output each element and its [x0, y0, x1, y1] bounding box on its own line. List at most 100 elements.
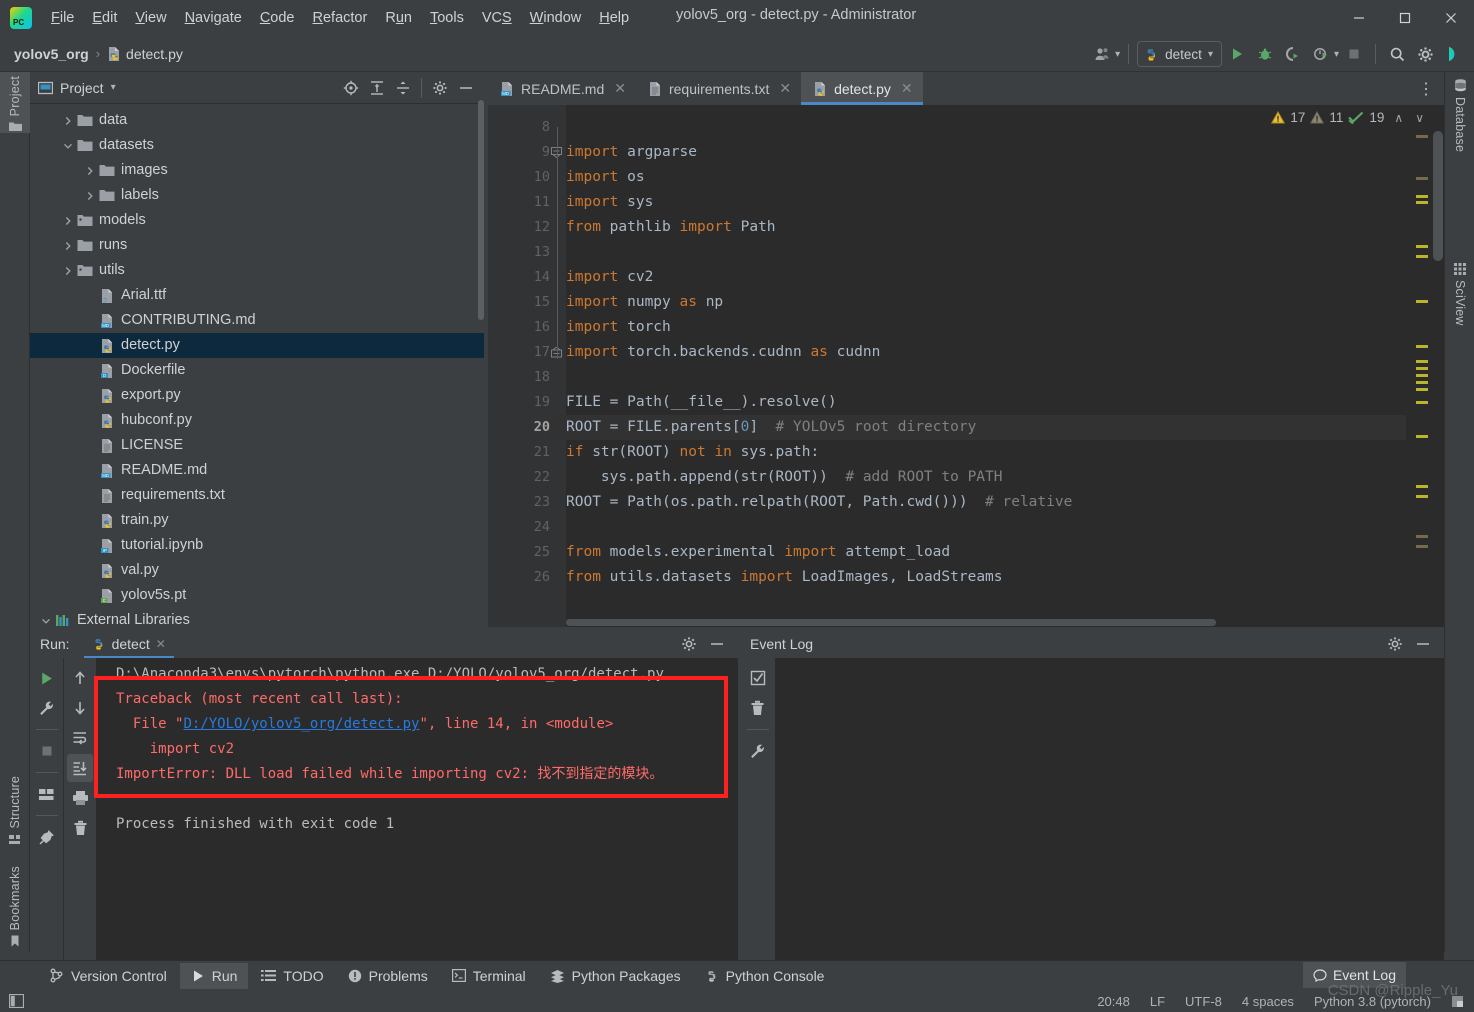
python-interpreter[interactable]: Python 3.8 (pytorch): [1314, 994, 1431, 1009]
editor-horizontal-scrollbar[interactable]: [566, 619, 1216, 626]
menu-item-run[interactable]: Run: [376, 7, 421, 29]
error-stripe-marker[interactable]: [1416, 495, 1428, 498]
error-stripe-marker[interactable]: [1416, 381, 1428, 384]
tree-item-models[interactable]: models: [30, 208, 485, 233]
layout-settings-button[interactable]: [34, 780, 60, 808]
project-tree[interactable]: data datasets images labels models runs utils?…: [30, 105, 485, 627]
error-stripe-marker[interactable]: [1416, 300, 1428, 303]
editor-vertical-scrollbar[interactable]: [1433, 131, 1443, 261]
caret-position[interactable]: 20:48: [1097, 994, 1130, 1009]
close-icon[interactable]: ✕: [156, 637, 166, 651]
tool-window-button-python-console[interactable]: Python Console: [694, 963, 836, 989]
tool-window-button-version-control[interactable]: Version Control: [38, 963, 178, 989]
error-stripe-marker[interactable]: [1416, 485, 1428, 488]
event-log-settings-gear-icon[interactable]: [1384, 633, 1406, 655]
code-line-20[interactable]: ROOT = FILE.parents[0] # YOLOv5 root dir…: [566, 415, 976, 440]
scroll-to-end-button[interactable]: [67, 754, 93, 782]
tree-item-hubconf-py[interactable]: hubconf.py: [30, 408, 485, 433]
run-configuration-selector[interactable]: detect ▾: [1137, 41, 1222, 67]
close-icon[interactable]: ✕: [614, 80, 626, 97]
maximize-button[interactable]: [1382, 0, 1428, 36]
chevron-right-icon[interactable]: [60, 263, 76, 279]
code-line-10[interactable]: import os: [566, 165, 645, 190]
tree-item-runs[interactable]: runs: [30, 233, 485, 258]
run-button[interactable]: [1224, 41, 1250, 67]
code-line-9[interactable]: import argparse: [566, 140, 697, 165]
scroll-down-button[interactable]: [67, 694, 93, 722]
chevron-right-icon[interactable]: [60, 113, 76, 129]
tree-item-requirements-txt[interactable]: requirements.txt: [30, 483, 485, 508]
inspection-widget[interactable]: 17 11 19 ∧ ∨: [1271, 110, 1424, 125]
previous-problem-icon[interactable]: ∧: [1394, 111, 1403, 125]
chevron-down-icon[interactable]: [60, 138, 76, 154]
tree-item-license[interactable]: LICENSE: [30, 433, 485, 458]
close-icon[interactable]: ✕: [779, 80, 791, 97]
file-encoding[interactable]: UTF-8: [1185, 994, 1222, 1009]
breadcrumb-file[interactable]: detect.py: [126, 46, 183, 62]
tree-item-datasets[interactable]: datasets: [30, 133, 485, 158]
project-settings-gear-icon[interactable]: [429, 77, 451, 99]
tool-window-button-python-packages[interactable]: Python Packages: [539, 963, 692, 989]
tree-item-train-py[interactable]: train.py: [30, 508, 485, 533]
error-stripe-marker[interactable]: [1416, 255, 1428, 258]
error-stripe-marker[interactable]: [1416, 360, 1428, 363]
expand-all-icon[interactable]: [366, 77, 388, 99]
settings-gear-icon[interactable]: [1412, 41, 1438, 67]
run-tab-detect[interactable]: detect ✕: [83, 630, 174, 658]
tree-item-labels[interactable]: labels: [30, 183, 485, 208]
code-line-26[interactable]: from utils.datasets import LoadImages, L…: [566, 565, 1003, 590]
tree-item-images[interactable]: images: [30, 158, 485, 183]
error-stripe-marker[interactable]: [1416, 388, 1428, 391]
menu-item-refactor[interactable]: Refactor: [304, 7, 377, 29]
run-console-output[interactable]: D:\Anaconda3\envs\pytorch\python.exe D:/…: [96, 658, 738, 960]
collapse-all-icon[interactable]: [392, 77, 414, 99]
account-caret-icon[interactable]: ▾: [1115, 49, 1120, 60]
menu-bar[interactable]: File Edit View Navigate Code Refactor Run Tools…: [42, 0, 638, 36]
close-button[interactable]: [1428, 0, 1474, 36]
hide-run-panel-icon[interactable]: [706, 633, 728, 655]
traceback-file-link[interactable]: D:/YOLO/yolov5_org/detect.py: [183, 716, 419, 732]
code-line-19[interactable]: FILE = Path(__file__).resolve(): [566, 390, 837, 415]
print-button[interactable]: [67, 784, 93, 812]
chevron-right-icon[interactable]: [82, 188, 98, 204]
error-stripe-marker[interactable]: [1416, 435, 1428, 438]
run-with-coverage-button[interactable]: [1280, 41, 1306, 67]
code-line-15[interactable]: import numpy as np: [566, 290, 723, 315]
next-problem-icon[interactable]: ∨: [1415, 111, 1424, 125]
event-log-toggle-button[interactable]: Event Log: [1302, 962, 1406, 988]
editor-tabs[interactable]: MD README.md ✕ requirements.txt ✕ detect.py ✕ ⋮: [488, 72, 1444, 105]
sidebar-item-bookmarks[interactable]: Bookmarks: [0, 862, 30, 948]
tree-item-utils[interactable]: utils: [30, 258, 485, 283]
tree-item-detect-py[interactable]: detect.py: [30, 333, 485, 358]
code-editor[interactable]: 8 9 10 11 12 13 14 15 16 17 18 19 20 21 22 23 24 25 26 imp…: [488, 105, 1444, 627]
event-log-configure-button[interactable]: [745, 737, 771, 765]
tree-item-val-py[interactable]: val.py: [30, 558, 485, 583]
error-stripe-marker-column[interactable]: [1414, 105, 1430, 627]
code-line-14[interactable]: import cv2: [566, 265, 653, 290]
code-line-21[interactable]: if str(ROOT) not in sys.path:: [566, 440, 819, 465]
close-icon[interactable]: ✕: [901, 80, 913, 97]
search-icon[interactable]: [1384, 41, 1410, 67]
tree-item-arial-ttf[interactable]: ? Arial.ttf: [30, 283, 485, 308]
chevron-right-icon[interactable]: [60, 213, 76, 229]
menu-item-view[interactable]: View: [126, 7, 175, 29]
code-line-17[interactable]: import torch.backends.cudnn as cudnn: [566, 340, 880, 365]
sidebar-item-project[interactable]: Project: [0, 72, 30, 134]
clear-all-button[interactable]: [67, 814, 93, 842]
code-text[interactable]: import argparse import os import sys from p…: [566, 105, 1406, 627]
error-stripe-marker[interactable]: [1416, 177, 1428, 180]
menu-item-vcs[interactable]: VCS: [473, 7, 521, 29]
sidebar-item-sciview[interactable]: SciView: [1445, 262, 1474, 330]
tool-window-button-run[interactable]: Run: [179, 962, 249, 989]
error-stripe-marker[interactable]: [1416, 135, 1428, 138]
ide-features-trainer-icon[interactable]: [1440, 41, 1466, 67]
event-log-content[interactable]: [775, 658, 1444, 960]
menu-item-file[interactable]: File: [42, 7, 83, 29]
tool-window-button-terminal[interactable]: Terminal: [441, 963, 537, 989]
scroll-up-button[interactable]: [67, 664, 93, 692]
tree-item-external-libraries[interactable]: External Libraries: [30, 608, 485, 627]
menu-item-edit[interactable]: Edit: [83, 7, 126, 29]
menu-item-tools[interactable]: Tools: [421, 7, 473, 29]
code-line-25[interactable]: from models.experimental import attempt_…: [566, 540, 950, 565]
edit-configuration-button[interactable]: [34, 694, 60, 722]
